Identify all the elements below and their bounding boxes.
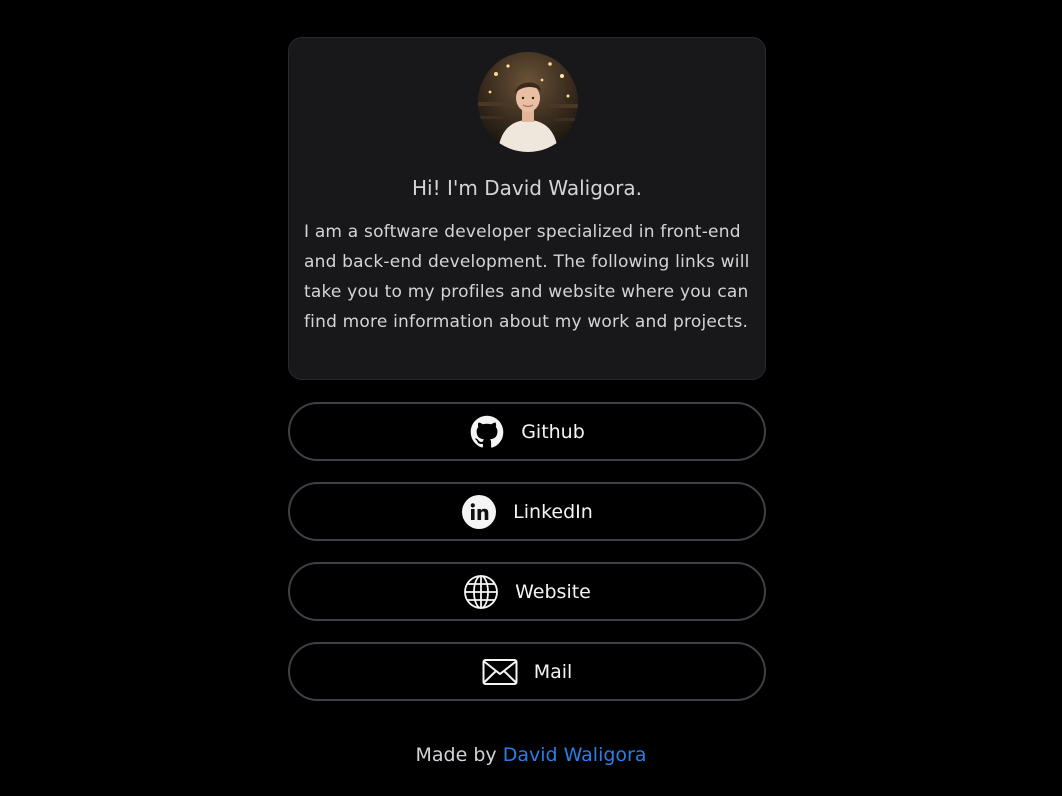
mail-link-button[interactable]: Mail bbox=[288, 642, 766, 701]
page: Hi! I'm David Waligora. I am a software … bbox=[0, 0, 1062, 796]
linkedin-link-button[interactable]: LinkedIn bbox=[288, 482, 766, 541]
greeting-heading: Hi! I'm David Waligora. bbox=[412, 176, 642, 200]
website-link-button[interactable]: Website bbox=[288, 562, 766, 621]
link-content: Mail bbox=[482, 654, 573, 690]
profile-card: Hi! I'm David Waligora. I am a software … bbox=[288, 37, 766, 380]
github-icon bbox=[469, 414, 505, 450]
linkedin-label: LinkedIn bbox=[513, 500, 593, 523]
link-content: LinkedIn bbox=[461, 494, 593, 530]
avatar bbox=[478, 52, 578, 152]
bio-text: I am a software developer specialized in… bbox=[304, 222, 750, 332]
footer: Made by David Waligora bbox=[0, 744, 1062, 766]
link-content: Website bbox=[463, 574, 591, 610]
author-link[interactable]: David Waligora bbox=[503, 744, 647, 766]
github-link-button[interactable]: Github bbox=[288, 402, 766, 461]
globe-icon bbox=[463, 574, 499, 610]
linkedin-icon bbox=[461, 494, 497, 530]
link-content: Github bbox=[469, 414, 585, 450]
mail-label: Mail bbox=[533, 660, 573, 683]
website-label: Website bbox=[515, 580, 591, 603]
github-label: Github bbox=[521, 420, 585, 443]
footer-prefix: Made by bbox=[415, 744, 497, 766]
mail-icon bbox=[482, 654, 518, 690]
